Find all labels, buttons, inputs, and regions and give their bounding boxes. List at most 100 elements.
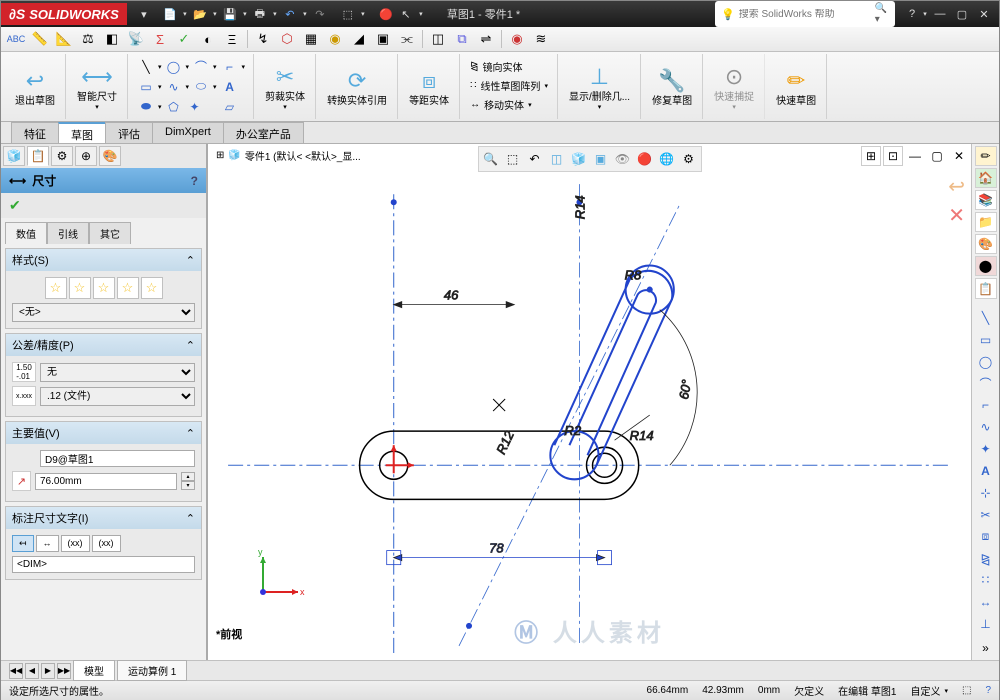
style-header[interactable]: 样式(S) ⌃ xyxy=(6,249,201,271)
trim-button[interactable]: ✂ 剪裁实体 ▾ xyxy=(261,56,309,116)
section-view-icon[interactable]: ◫ xyxy=(547,149,567,169)
sketch-tool-icon[interactable]: ✏ xyxy=(975,146,997,166)
collapse-icon[interactable]: ⌃ xyxy=(186,427,195,440)
undercut-icon[interactable]: ▣ xyxy=(372,29,394,49)
expand-icon[interactable]: » xyxy=(975,638,997,658)
tab-other[interactable]: 其它 xyxy=(89,222,131,244)
text-center-button[interactable]: ↔ xyxy=(36,535,59,552)
select-icon[interactable]: ⬚ xyxy=(339,5,357,23)
ok-button[interactable]: ✔ xyxy=(9,197,21,213)
sketch-cancel-icon[interactable]: ✕ xyxy=(948,203,965,228)
cursor-icon[interactable]: ↖ xyxy=(397,5,415,23)
design-library-icon[interactable]: 📚 xyxy=(975,190,997,210)
repair-sketch-button[interactable]: 🔧 修复草图 xyxy=(648,56,696,116)
file-explorer-icon[interactable]: 📁 xyxy=(975,212,997,232)
view-orientation-icon[interactable]: 🧊 xyxy=(569,149,589,169)
viewport-layout-icon[interactable]: ⊡ xyxy=(883,146,903,166)
line-tool[interactable]: ╲ xyxy=(975,308,997,328)
mirror-entities-button[interactable]: ⧎镜向实体 xyxy=(469,58,549,75)
tab-motion-study[interactable]: 运动算例 1 xyxy=(117,660,187,681)
dropdown-icon[interactable]: ▾ xyxy=(211,5,219,23)
dropdown-icon[interactable]: ▾ xyxy=(417,5,425,23)
sketch-drawing[interactable]: 46 78 R14 R8 R14 R12 R2 60° xyxy=(208,144,971,660)
primary-header[interactable]: 主要值(V) ⌃ xyxy=(6,422,201,444)
help-search-box[interactable]: 💡 🔍▾ xyxy=(715,1,895,27)
point-tool-icon[interactable]: ✦ xyxy=(186,98,204,116)
rebuild-icon[interactable]: 🔴 xyxy=(377,5,395,23)
scene-icon[interactable]: 🌐 xyxy=(657,149,677,169)
check-icon[interactable]: ✓ xyxy=(173,29,195,49)
text-tool-icon[interactable]: A xyxy=(221,78,239,96)
plane-tool-icon[interactable]: ▱ xyxy=(221,98,239,116)
simulation-icon[interactable]: ◉ xyxy=(506,29,528,49)
dropdown-icon[interactable]: ▾ xyxy=(135,5,153,23)
text-header[interactable]: 标注尺寸文字(I) ⌃ xyxy=(6,507,201,529)
tab-leaders[interactable]: 引线 xyxy=(47,222,89,244)
previous-view-icon[interactable]: ↶ xyxy=(525,149,545,169)
thickness-icon[interactable]: ◫ xyxy=(427,29,449,49)
collapse-icon[interactable]: ⌃ xyxy=(186,512,195,525)
rectangle-tool-icon[interactable]: ▭ xyxy=(137,78,155,96)
text-left-button[interactable]: ↤ xyxy=(12,535,34,552)
text-below-button[interactable]: (xx) xyxy=(92,535,121,552)
tab-value[interactable]: 数值 xyxy=(5,222,47,244)
view-settings-icon[interactable]: ⚙ xyxy=(679,149,699,169)
offset-tool[interactable]: ⧈ xyxy=(975,527,997,547)
statistics-icon[interactable]: Σ xyxy=(149,29,171,49)
zoom-fit-icon[interactable]: 🔍 xyxy=(481,149,501,169)
tolerance-dropdown[interactable]: 无 xyxy=(40,363,195,382)
spell-check-icon[interactable]: ABC xyxy=(5,29,27,49)
quick-sketch-button[interactable]: ✏ 快速草图 xyxy=(772,56,820,116)
dimension-name-input[interactable] xyxy=(40,450,195,467)
compare-icon[interactable]: ⧉ xyxy=(451,29,473,49)
section-props-icon[interactable]: ◧ xyxy=(101,29,123,49)
view-palette-icon[interactable]: 🎨 xyxy=(975,234,997,254)
polygon-tool-icon[interactable]: ⬠ xyxy=(165,98,183,116)
text-above-button[interactable]: (xx) xyxy=(61,535,90,552)
measure-icon[interactable]: 📐 xyxy=(53,29,75,49)
spin-down[interactable]: ▾ xyxy=(181,481,195,490)
slot-tool-icon[interactable]: ⬬ xyxy=(137,98,155,116)
tab-dimxpert[interactable]: DimXpert xyxy=(152,122,224,143)
spline-tool-icon[interactable]: ∿ xyxy=(165,78,183,96)
flow-icon[interactable]: ≋ xyxy=(530,29,552,49)
tab-nav-prev[interactable]: ◀ xyxy=(25,663,39,679)
property-manager-tab[interactable]: 📋 xyxy=(27,146,49,166)
arc-tool-icon[interactable]: ⌒ xyxy=(192,58,210,76)
config-manager-tab[interactable]: ⚙ xyxy=(51,146,73,166)
geometry-analysis-icon[interactable]: ◐ xyxy=(197,29,219,49)
mass-props-icon[interactable]: ⚖ xyxy=(77,29,99,49)
relations-tool[interactable]: ⊥ xyxy=(975,614,997,634)
redo-icon[interactable]: ↷ xyxy=(311,5,329,23)
circle-tool-icon[interactable]: ◯ xyxy=(165,58,183,76)
collapse-icon[interactable]: ⌃ xyxy=(186,254,195,267)
zoom-area-icon[interactable]: ⬚ xyxy=(503,149,523,169)
search-input[interactable] xyxy=(739,9,871,20)
close-button[interactable]: ✕ xyxy=(973,5,995,23)
minimize-button[interactable]: — xyxy=(929,5,951,23)
spline-tool[interactable]: ∿ xyxy=(975,417,997,437)
help-icon[interactable]: ? xyxy=(985,685,991,696)
dimension-tool[interactable]: ↔ xyxy=(975,592,997,612)
tolerance-header[interactable]: 公差/精度(P) ⌃ xyxy=(6,334,201,356)
tab-sketch[interactable]: 草图 xyxy=(58,122,106,143)
tab-nav-next[interactable]: ▶ xyxy=(41,663,55,679)
pattern-tool[interactable]: ∷ xyxy=(975,570,997,590)
dimension-value-input[interactable] xyxy=(35,473,177,490)
style-fav-1[interactable]: ☆ xyxy=(45,277,67,299)
text-tool[interactable]: A xyxy=(975,461,997,481)
style-fav-2[interactable]: ☆ xyxy=(69,277,91,299)
status-icon[interactable]: ⬚ xyxy=(962,685,971,696)
equations-icon[interactable]: Ξ xyxy=(221,29,243,49)
exit-sketch-button[interactable]: ↩ 退出草图 xyxy=(11,56,59,116)
display-delete-relations-button[interactable]: ⊥ 显示/删除几... ▾ xyxy=(565,56,634,116)
circle-tool[interactable]: ◯ xyxy=(975,352,997,372)
undo-icon[interactable]: ↶ xyxy=(281,5,299,23)
new-file-icon[interactable]: 📄 xyxy=(161,5,179,23)
sketch-confirm-icon[interactable]: ↩ xyxy=(948,174,965,199)
sensor-icon[interactable]: 📡 xyxy=(125,29,147,49)
unit-system[interactable]: 自定义 ▾ xyxy=(910,683,948,698)
print-icon[interactable]: 🖶 xyxy=(251,5,269,23)
tab-features[interactable]: 特征 xyxy=(11,122,59,143)
resources-icon[interactable]: 🏠 xyxy=(975,168,997,188)
